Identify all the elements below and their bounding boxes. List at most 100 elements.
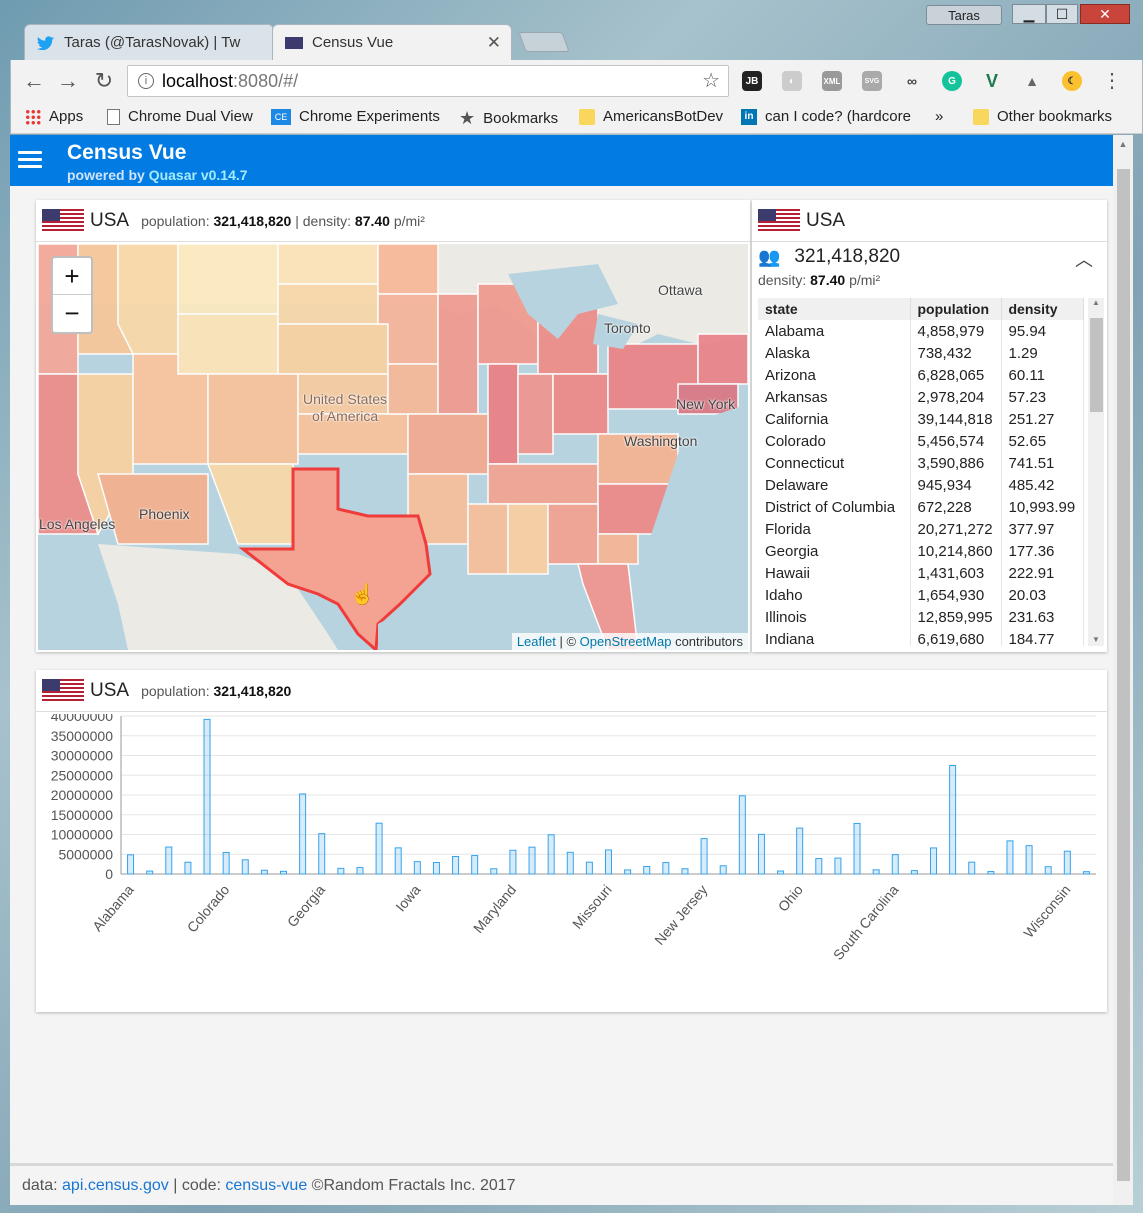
table-row[interactable]: California 39,144,818 251.27 [758,408,1084,430]
browser-menu-icon[interactable]: ⋮ [1099,68,1125,93]
bar[interactable] [375,822,383,875]
xml-extension-icon[interactable]: XML [822,71,842,91]
bar[interactable] [834,857,842,875]
bar[interactable] [624,869,632,875]
bar[interactable] [681,868,689,875]
info-icon[interactable]: i [138,73,154,89]
table-scrollbar[interactable]: ▲ ▼ [1088,298,1104,646]
bar[interactable] [547,834,555,875]
bar[interactable] [490,868,498,875]
bar[interactable] [413,861,421,875]
menu-icon[interactable] [18,151,42,169]
bookmark-apps[interactable]: Apps [25,108,83,125]
bar[interactable] [719,865,727,875]
bar[interactable] [146,870,154,875]
bar[interactable] [872,869,880,875]
bookmarks-overflow-button[interactable]: » [935,108,943,125]
bar[interactable] [222,851,230,875]
bar[interactable] [260,869,268,875]
bar[interactable] [452,856,460,875]
bar[interactable] [241,859,249,875]
table-row[interactable]: Alaska 738,432 1.29 [758,342,1084,364]
table-row[interactable]: Florida 20,271,272 377.97 [758,518,1084,540]
zoom-in-button[interactable]: + [53,258,91,295]
bar[interactable] [337,867,345,875]
openstreetmap-link[interactable]: OpenStreetMap [580,634,672,649]
bar[interactable] [1044,866,1052,875]
bar[interactable] [796,827,804,875]
bar[interactable] [853,822,861,875]
table-row[interactable]: Arkansas 2,978,204 57.23 [758,386,1084,408]
table-row[interactable]: Georgia 10,214,860 177.36 [758,540,1084,562]
svg-png-extension-icon[interactable]: SVG [862,71,882,91]
bar[interactable] [891,854,899,875]
bar[interactable] [643,866,651,875]
table-row[interactable]: District of Columbia 672,228 10,993.99 [758,496,1084,518]
bar[interactable] [1006,840,1014,875]
moon-extension-icon[interactable]: ☾ [1062,71,1082,91]
minimize-button[interactable]: ▁ [1012,4,1046,24]
bar[interactable] [910,870,918,875]
bookmark-bookmarks[interactable]: ★ Bookmarks [459,108,558,129]
table-row[interactable]: Illinois 12,859,995 231.63 [758,606,1084,628]
bar[interactable] [777,870,785,875]
tab-census-vue[interactable]: Census Vue ✕ [272,24,512,60]
bar[interactable] [585,861,593,875]
extension-icon-2[interactable]: ▲ [1022,71,1042,91]
collapse-chevron-icon[interactable]: ︿ [1075,246,1093,272]
scroll-up-icon[interactable]: ▲ [1113,139,1133,149]
table-row[interactable]: Delaware 945,934 485.42 [758,474,1084,496]
census-api-link[interactable]: api.census.gov [62,1177,169,1194]
bookmark-other-bookmarks[interactable]: Other bookmarks [973,108,1112,125]
bar[interactable] [1063,850,1071,875]
bar[interactable] [815,858,823,875]
scroll-down-icon[interactable]: ▼ [1088,635,1104,644]
bar[interactable] [1082,871,1090,875]
grammarly-icon[interactable]: G [942,71,962,91]
bar[interactable] [528,846,536,875]
bar[interactable] [509,849,517,875]
bar[interactable] [949,764,957,875]
new-tab-button[interactable] [518,32,570,52]
table-row[interactable]: Colorado 5,456,574 52.65 [758,430,1084,452]
close-tab-icon[interactable]: ✕ [487,33,501,53]
scroll-up-icon[interactable]: ▲ [1088,298,1104,307]
bar[interactable] [280,870,287,875]
leaflet-link[interactable]: Leaflet [517,634,556,649]
bar[interactable] [127,854,135,875]
glasses-extension-icon[interactable]: ∞ [902,71,922,91]
table-row[interactable]: Idaho 1,654,930 20.03 [758,584,1084,606]
bookmark-can-i-code[interactable]: in can I code? (hardcore [741,108,911,125]
bar[interactable] [184,861,192,875]
bar[interactable] [738,795,746,875]
reload-icon[interactable]: ↻ [91,68,117,94]
column-header[interactable]: state [758,298,911,320]
vue-devtools-icon[interactable]: V [982,71,1002,91]
bar[interactable] [318,833,326,875]
bookmark-star-icon[interactable]: ☆ [702,66,720,96]
bar[interactable] [930,847,937,875]
bookmark-chrome-dual-view[interactable]: Chrome Dual View [107,108,253,125]
bar[interactable] [968,861,976,875]
jetbrains-extension-icon[interactable]: JB [742,71,762,91]
bar[interactable] [203,718,211,875]
bookmark-americansbotdev[interactable]: AmericansBotDev [579,108,723,125]
table-row[interactable]: Indiana 6,619,680 184.77 [758,628,1084,646]
bookmark-chrome-experiments[interactable]: CE Chrome Experiments [271,108,440,125]
close-window-button[interactable]: ✕ [1080,4,1130,24]
extension-icon[interactable]: ◐ [782,71,802,91]
maximize-button[interactable]: ☐ [1046,4,1078,24]
bar[interactable] [471,855,479,875]
table-row[interactable]: Hawaii 1,431,603 222.91 [758,562,1084,584]
table-row[interactable]: Connecticut 3,590,886 741.51 [758,452,1084,474]
bar[interactable] [757,833,765,875]
bar[interactable] [662,862,670,875]
bar[interactable] [1025,845,1033,875]
page-scroll-thumb[interactable] [1117,169,1130,1181]
bar[interactable] [605,849,612,875]
tab-twitter[interactable]: Taras (@TarasNovak) | Tw [24,24,274,60]
choropleth-map[interactable]: Ottawa Toronto New York Washington Unite… [38,244,748,650]
bar[interactable] [987,871,995,875]
column-header[interactable]: density [1001,298,1084,320]
back-icon[interactable]: ← [21,68,47,94]
